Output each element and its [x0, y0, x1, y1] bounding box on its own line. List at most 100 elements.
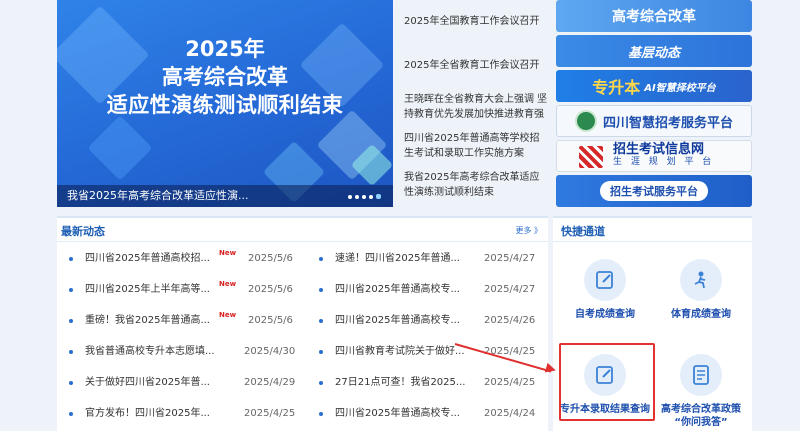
service-platform-label: 招生考试服务平台 [600, 181, 708, 201]
carousel-dot[interactable] [355, 194, 359, 199]
news-title: 27日21点可查！我省2025... [335, 377, 466, 388]
news-row[interactable]: 四川省2025年上半年高等... New 2025/5/6 [69, 280, 299, 297]
headline-item[interactable]: 王晓晖在全省教育大会上强调 坚持教育优先发展加快推进教育强省... [404, 92, 548, 122]
upgrade-banner-sublabel: AI智慧择校平台 [644, 82, 716, 94]
upgrade-banner-label: 专升本 [592, 78, 641, 97]
emblem-icon [574, 110, 597, 132]
smart-platform-banner-link[interactable]: 四川智慧招考服务平台 [556, 105, 752, 137]
highlight-box [559, 343, 655, 421]
bullet-icon [69, 381, 73, 385]
decor-diamond [87, 115, 153, 181]
news-date: 2025/4/24 [484, 408, 536, 419]
document-icon [680, 354, 722, 396]
news-date: 2025/5/6 [248, 315, 293, 326]
news-title: 四川省2025年普通高校专... [335, 315, 460, 326]
news-title: 四川省2025年普通高校招... [85, 253, 210, 264]
headline-item[interactable]: 我省2025年高考综合改革适应性演练测试顺利结束 [404, 170, 548, 200]
carousel-dots [348, 194, 381, 199]
grassroots-banner-label: 基层动态 [627, 45, 680, 61]
news-title: 重磅！我省2025年普通高... [85, 315, 210, 326]
new-badge: New [219, 280, 237, 288]
news-date: 2025/4/25 [484, 377, 536, 388]
bullet-icon [69, 288, 73, 292]
news-row[interactable]: 重磅！我省2025年普通高... New 2025/5/6 [69, 311, 299, 328]
panel-title: 最新动态 [61, 225, 105, 238]
banner-title-main: 高考综合改革 [162, 65, 288, 89]
banner-title-sub: 适应性演练测试顺利结束 [106, 93, 344, 117]
news-row[interactable]: 关于做好四川省2025年普... 2025/4/29 [69, 376, 299, 390]
more-link[interactable]: 更多 》 [515, 225, 542, 236]
news-row[interactable]: 27日21点可查！我省2025... 2025/4/25 [319, 376, 541, 390]
smart-platform-label: 四川智慧招考服务平台 [602, 115, 733, 131]
bullet-icon [319, 412, 323, 416]
info-network-label: 招生考试信息网 [613, 142, 705, 157]
news-date: 2025/4/26 [484, 315, 536, 326]
quick-item-label: 体育成绩查询 [671, 309, 731, 320]
news-row[interactable]: 四川省2025年普通高校专... 2025/4/26 [319, 314, 541, 328]
reform-banner-link[interactable]: 高考综合改革 [556, 0, 752, 32]
sports-score-query[interactable]: 体育成绩查询 [653, 259, 749, 321]
news-carousel[interactable]: 2025年 高考综合改革 适应性演练测试顺利结束 我省2025年高考综合改革适应… [57, 0, 393, 207]
quick-item-label: 高考综合改革政策 “你问我答” [653, 403, 749, 429]
news-date: 2025/5/6 [248, 284, 293, 295]
panel-title: 快捷通道 [561, 225, 605, 238]
news-date: 2025/4/29 [244, 377, 296, 388]
news-row[interactable]: 四川省2025年普通高校招... New 2025/5/6 [69, 249, 299, 266]
bullet-icon [319, 257, 323, 261]
news-title: 四川省2025年上半年高等... [85, 284, 210, 295]
quick-item-label-line2: “你问我答” [674, 417, 728, 428]
news-title: 四川省2025年普通高校专... [335, 284, 460, 295]
carousel-dot-active[interactable] [376, 194, 381, 199]
news-row[interactable]: 速递！四川省2025年普通... 2025/4/27 [319, 252, 541, 266]
bullet-icon [69, 319, 73, 323]
banner-caption[interactable]: 我省2025年高考综合改革适应性演... [57, 185, 393, 207]
bullet-icon [69, 350, 73, 354]
news-row[interactable]: 四川省2025年普通高校专... 2025/4/24 [319, 407, 541, 421]
carousel-dot[interactable] [362, 194, 366, 199]
news-title: 关于做好四川省2025年普... [85, 377, 210, 388]
info-network-banner-link[interactable]: 招生考试信息网 生 涯 规 划 平 台 [556, 140, 752, 172]
news-date: 2025/4/27 [484, 253, 536, 264]
panel-header: 快捷通道 [553, 218, 752, 242]
reform-policy-qa[interactable]: 高考综合改革政策 “你问我答” [653, 354, 749, 429]
runner-icon [680, 259, 722, 301]
info-network-sublabel: 生 涯 规 划 平 台 [613, 157, 715, 167]
service-platform-banner-link[interactable]: 招生考试服务平台 [556, 175, 752, 207]
upgrade-banner-link[interactable]: 专升本 AI智慧择校平台 [556, 70, 752, 102]
news-row[interactable]: 四川省2025年普通高校专... 2025/4/27 [319, 283, 541, 297]
headline-list: 2025年全国教育工作会议召开 2025年全省教育工作会议召开 王晓晖在全省教育… [398, 0, 548, 207]
bullet-icon [319, 319, 323, 323]
bullet-icon [319, 381, 323, 385]
bullet-icon [319, 288, 323, 292]
reform-banner-label: 高考综合改革 [612, 9, 696, 25]
new-badge: New [219, 249, 237, 257]
headline-item[interactable]: 2025年全国教育工作会议召开 [404, 14, 548, 29]
news-date: 2025/4/25 [484, 346, 536, 357]
news-title: 速递！四川省2025年普通... [335, 253, 460, 264]
news-title: 四川省2025年普通高校专... [335, 408, 460, 419]
carousel-dot[interactable] [369, 194, 373, 199]
news-date: 2025/4/27 [484, 284, 536, 295]
news-row[interactable]: 官方发布！四川省2025年... 2025/4/25 [69, 407, 299, 421]
bullet-icon [69, 412, 73, 416]
headline-item[interactable]: 2025年全省教育工作会议召开 [404, 58, 548, 73]
quick-item-label-line1: 高考综合改革政策 [661, 404, 741, 415]
news-title: 我省普通高校专升本志愿填... [85, 346, 215, 357]
news-row[interactable]: 我省普通高校专升本志愿填... 2025/4/30 [69, 345, 299, 359]
quick-item-label: 自考成绩查询 [575, 309, 635, 320]
bullet-icon [69, 257, 73, 261]
news-date: 2025/4/30 [244, 346, 296, 357]
carousel-dot[interactable] [348, 194, 352, 199]
news-date: 2025/5/6 [248, 253, 293, 264]
latest-news-panel: 最新动态 更多 》 四川省2025年普通高校招... New 2025/5/6 … [57, 216, 548, 431]
headline-item[interactable]: 四川省2025年普通高等学校招生考试和录取工作实施方案 [404, 131, 548, 161]
news-row[interactable]: 四川省教育考试院关于做好... 2025/4/25 [319, 345, 541, 359]
new-badge: New [219, 311, 237, 319]
panel-header: 最新动态 更多 》 [57, 218, 548, 242]
news-title: 四川省教育考试院关于做好... [335, 346, 465, 357]
grassroots-banner-link[interactable]: 基层动态 [556, 35, 752, 67]
edit-icon [584, 259, 626, 301]
self-exam-score-query[interactable]: 自考成绩查询 [557, 259, 653, 321]
banner-title-year: 2025年 [185, 37, 265, 61]
info-network-logo-icon [579, 146, 603, 168]
